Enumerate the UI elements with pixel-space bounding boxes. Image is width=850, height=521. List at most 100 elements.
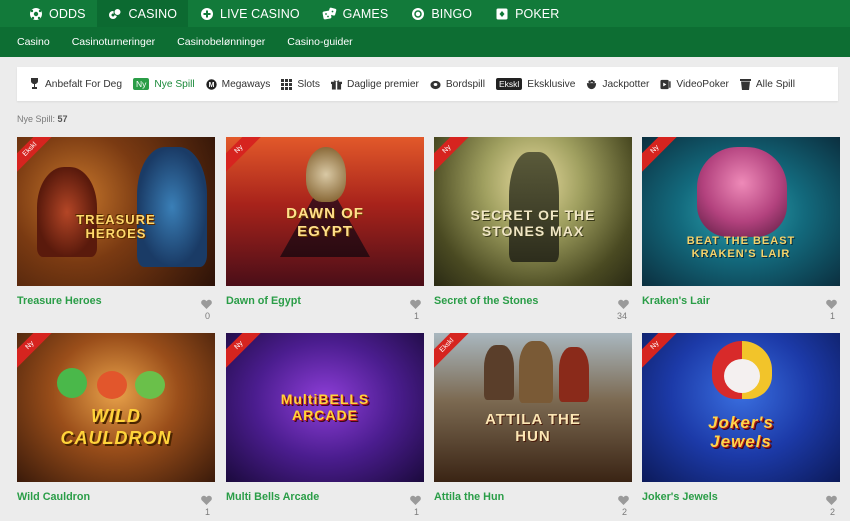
filter-alle-spill[interactable]: Alle Spill [739, 78, 795, 90]
game-title[interactable]: Multi Bells Arcade [226, 491, 319, 504]
nav-label: BINGO [431, 6, 473, 21]
warrior-art [484, 345, 514, 400]
heart-icon[interactable] [826, 492, 837, 505]
top-navigation: ODDS CASINO LIVE CASINO GAMES BINGO POKE… [0, 0, 850, 27]
game-title[interactable]: Wild Cauldron [17, 491, 90, 504]
game-count: Nye Spill: 57 [17, 114, 68, 124]
game-card: BEAT THE BEAST KRAKEN'S LAIR Ny [642, 137, 840, 286]
game-card: DAWN OF EGYPT Ny [226, 137, 424, 286]
heart-icon[interactable] [201, 296, 212, 309]
filter-jackpotter[interactable]: Jackpotter [586, 78, 649, 90]
game-thumbnail[interactable]: DAWN OF EGYPT Ny [226, 137, 424, 286]
chips-icon [108, 6, 123, 21]
filter-anbefalt[interactable]: Anbefalt For Deg [29, 78, 122, 90]
plus-circle-icon [199, 6, 214, 21]
new-ribbon: Ny [226, 137, 269, 179]
game-logo: Joker's Jewels [708, 413, 774, 451]
svg-text:M: M [208, 82, 214, 89]
game-thumbnail[interactable]: Joker's Jewels Ny [642, 333, 840, 482]
filter-label: Daglige premier [346, 78, 419, 90]
game-card: MultiBELLS ARCADE Ny [226, 333, 424, 482]
nav-label: LIVE CASINO [220, 6, 300, 21]
game-card: SECRET OF THE STONES MAX Ny [434, 137, 632, 286]
filter-nye-spill[interactable]: Ny Nye Spill [133, 78, 195, 90]
dice-icon [322, 6, 337, 21]
game-thumbnail[interactable]: SECRET OF THE STONES MAX Ny [434, 137, 632, 286]
nav-games[interactable]: GAMES [311, 0, 400, 27]
nav-live-casino[interactable]: LIVE CASINO [188, 0, 311, 27]
sub-navigation: Casino Casinoturneringer Casinobelønning… [0, 27, 850, 57]
nav-label: CASINO [128, 6, 178, 21]
heart-icon[interactable] [618, 296, 629, 309]
bingo-ball-icon [410, 6, 425, 21]
new-ribbon: Ny [642, 333, 685, 375]
heart-icon[interactable] [201, 492, 212, 505]
filter-label: Alle Spill [755, 78, 795, 90]
new-ribbon: Ny [642, 137, 685, 179]
trophy-icon [29, 78, 40, 90]
game-thumbnail[interactable]: BEAT THE BEAST KRAKEN'S LAIR Ny [642, 137, 840, 286]
game-thumbnail[interactable]: MultiBELLS ARCADE Ny [226, 333, 424, 482]
game-thumbnail[interactable]: TREASURE HEROES Ekskl [17, 137, 215, 286]
filter-label: Megaways [221, 78, 271, 90]
game-logo: WILD CAULDRON [60, 406, 172, 448]
filter-label: VideoPoker [676, 78, 729, 90]
nav-label: GAMES [342, 6, 389, 21]
nav-bingo[interactable]: BINGO [399, 0, 483, 27]
exclusive-badge: Ekskl [495, 78, 523, 90]
nav-poker[interactable]: POKER [483, 0, 570, 27]
subnav-casino-guider[interactable]: Casino-guider [287, 36, 352, 48]
pot-icon [586, 78, 597, 90]
heart-icon[interactable] [618, 492, 629, 505]
chip-icon [430, 78, 441, 90]
new-badge: Ny [133, 78, 150, 90]
heart-icon[interactable] [826, 296, 837, 309]
game-title[interactable]: Kraken's Lair [642, 295, 710, 308]
like-count: 34 [616, 311, 627, 321]
game-thumbnail[interactable]: ATTILA THE HUN Ekskl [434, 333, 632, 482]
game-title[interactable]: Joker's Jewels [642, 491, 718, 504]
game-title[interactable]: Treasure Heroes [17, 295, 102, 308]
videopoker-icon [660, 78, 672, 90]
bucket-icon [739, 78, 751, 90]
like-count: 1 [204, 507, 210, 517]
filter-megaways[interactable]: M Megaways [205, 78, 271, 90]
heart-icon[interactable] [410, 296, 421, 309]
football-icon [28, 6, 43, 21]
filter-bordspill[interactable]: Bordspill [430, 78, 485, 90]
new-ribbon: Ny [434, 137, 477, 179]
game-title[interactable]: Dawn of Egypt [226, 295, 301, 308]
count-value: 57 [57, 114, 68, 124]
game-logo: MultiBELLS ARCADE [280, 391, 370, 423]
subnav-casino[interactable]: Casino [17, 36, 50, 48]
nav-odds[interactable]: ODDS [0, 0, 97, 27]
game-logo: DAWN OF EGYPT [286, 205, 364, 240]
game-card: WILD CAULDRON Ny [17, 333, 215, 482]
filter-label: Anbefalt For Deg [45, 78, 123, 90]
game-title[interactable]: Attila the Hun [434, 491, 504, 504]
subnav-casinobelonninger[interactable]: Casinobelønninger [177, 36, 265, 48]
filter-eksklusive[interactable]: Ekskl Eksklusive [495, 78, 576, 90]
new-ribbon: Ny [226, 333, 269, 375]
subnav-casinoturneringer[interactable]: Casinoturneringer [72, 36, 155, 48]
count-label: Nye Spill: [17, 114, 56, 124]
game-title[interactable]: Secret of the Stones [434, 295, 538, 308]
game-logo: SECRET OF THE STONES MAX [470, 207, 596, 239]
heart-icon[interactable] [410, 492, 421, 505]
filter-daglige-premier[interactable]: Daglige premier [330, 78, 419, 90]
slime-art [97, 371, 127, 399]
filter-slots[interactable]: Slots [281, 78, 320, 90]
nav-casino[interactable]: CASINO [96, 0, 189, 27]
game-thumbnail[interactable]: WILD CAULDRON Ny [17, 333, 215, 482]
joker-face-art [724, 359, 760, 393]
like-count: 2 [621, 507, 627, 517]
warrior-art [559, 347, 589, 402]
nav-label: POKER [515, 6, 560, 21]
filter-label: Eksklusive [527, 78, 576, 90]
exclusive-ribbon: Ekskl [434, 333, 477, 375]
slime-art [57, 368, 87, 398]
filter-videopoker[interactable]: VideoPoker [660, 78, 729, 90]
like-count: 0 [204, 311, 210, 321]
slime-art [135, 371, 165, 399]
game-logo: BEAT THE BEAST KRAKEN'S LAIR [686, 235, 796, 260]
